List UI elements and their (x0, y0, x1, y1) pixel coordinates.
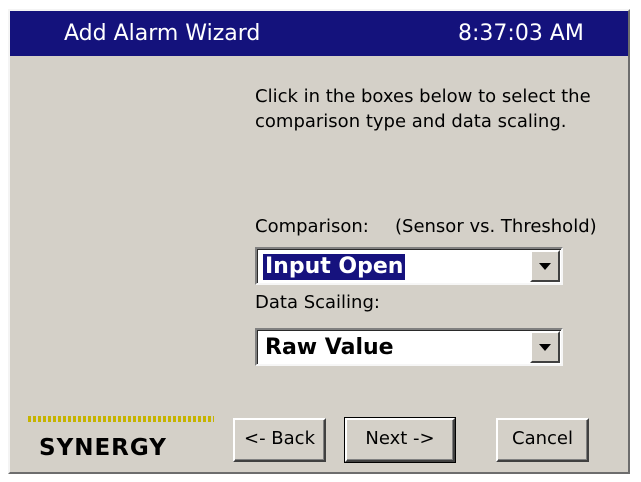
chevron-down-icon (539, 263, 551, 270)
next-button[interactable]: Next -> (344, 417, 456, 463)
comparison-dropdown-button[interactable] (530, 250, 560, 282)
comparison-label: Comparison: (255, 216, 369, 237)
instructions-text: Click in the boxes below to select the c… (255, 86, 591, 132)
window-title: Add Alarm Wizard (64, 21, 261, 46)
comparison-dropdown[interactable]: Input Open (255, 247, 563, 285)
logo-dots-decoration (28, 416, 214, 422)
logo-text: SYNERGY (39, 435, 167, 461)
synergy-logo: SYNERGY (24, 411, 224, 463)
cancel-button[interactable]: Cancel (496, 418, 589, 462)
wizard-window: Add Alarm Wizard 8:37:03 AM Click in the… (8, 9, 630, 474)
data-scaling-dropdown[interactable]: Raw Value (255, 328, 563, 366)
comparison-selected-value: Input Open (263, 254, 406, 280)
chevron-down-icon (539, 344, 551, 351)
title-bar: Add Alarm Wizard 8:37:03 AM (10, 11, 628, 56)
clock-time: 8:37:03 AM (458, 21, 584, 46)
data-scaling-dropdown-button[interactable] (530, 331, 560, 363)
back-button[interactable]: <- Back (233, 418, 326, 462)
data-scaling-selected-value: Raw Value (265, 335, 394, 360)
comparison-hint: (Sensor vs. Threshold) (395, 216, 597, 237)
data-scaling-label: Data Scailing: (255, 292, 380, 313)
